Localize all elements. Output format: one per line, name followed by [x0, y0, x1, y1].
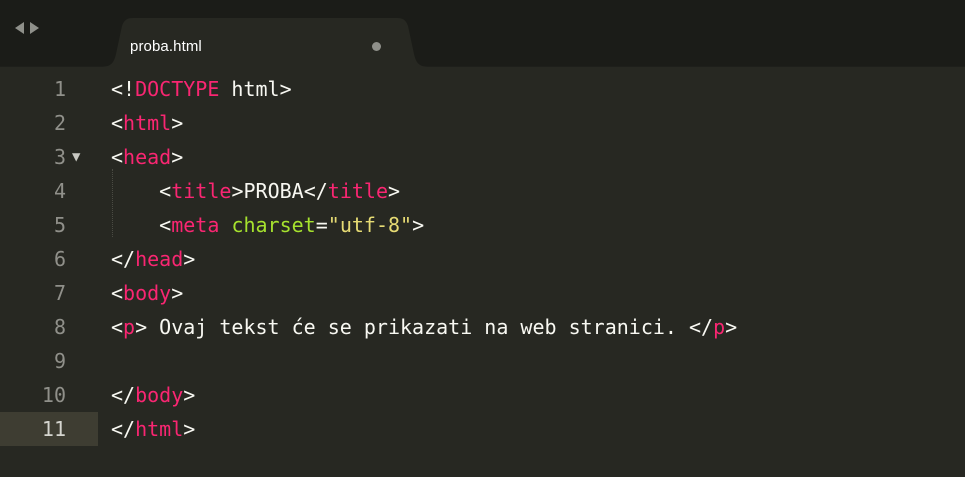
code-punctuation: > [725, 315, 738, 339]
code-line[interactable]: 2 <html> [0, 106, 965, 140]
code-attribute: charset [231, 213, 316, 237]
code-punctuation: </ [689, 315, 714, 339]
code-string: "utf-8" [327, 213, 413, 237]
code-punctuation: > [279, 77, 292, 101]
code-line[interactable]: 10 </body> [0, 378, 965, 412]
line-number: 5 [53, 213, 66, 237]
tab-bar: proba.html [0, 0, 965, 67]
code-line[interactable]: 1 <!DOCTYPE html> [0, 72, 965, 106]
code-punctuation: </ [111, 417, 136, 441]
line-number: 1 [53, 77, 66, 101]
code-tag-name: html [135, 417, 184, 441]
code-punctuation: < [159, 179, 172, 203]
code-punctuation: > [231, 179, 244, 203]
code-content: <head> [111, 140, 183, 174]
code-tag-name: head [123, 145, 172, 169]
code-punctuation: > [171, 281, 184, 305]
code-tag-name: DOCTYPE [135, 77, 220, 101]
code-punctuation: > [388, 179, 401, 203]
code-line[interactable]: 6 </head> [0, 242, 965, 276]
code-punctuation: > [412, 213, 425, 237]
code-punctuation: > [135, 315, 148, 339]
code-line[interactable]: 7 <body> [0, 276, 965, 310]
line-number: 6 [53, 247, 66, 271]
code-content: <!DOCTYPE html> [111, 72, 292, 106]
tab-label: proba.html [130, 38, 202, 55]
code-line[interactable]: 4 <title>PROBA</title> [0, 174, 965, 208]
tab-proba-html[interactable]: proba.html [100, 18, 430, 67]
code-punctuation: </ [111, 247, 136, 271]
code-tag-name: p [123, 315, 136, 339]
code-content: <p> Ovaj tekst će se prikazati na web st… [111, 310, 737, 344]
code-punctuation: = [315, 213, 328, 237]
code-line[interactable]: 5 <meta charset="utf-8"> [0, 208, 965, 242]
code-punctuation: > [183, 247, 196, 271]
code-punctuation: < [111, 145, 124, 169]
code-text: html [219, 77, 280, 101]
code-punctuation: < [111, 111, 124, 135]
code-punctuation: > [183, 383, 196, 407]
code-punctuation: > [171, 111, 184, 135]
line-number: 8 [53, 315, 66, 339]
code-content: </html> [111, 412, 195, 446]
code-punctuation: > [171, 145, 184, 169]
line-number: 2 [53, 111, 66, 135]
code-line[interactable]: 8 <p> Ovaj tekst će se prikazati na web s… [0, 310, 965, 344]
caret-left-icon[interactable] [15, 22, 24, 34]
code-content: </body> [111, 378, 195, 412]
line-number: 9 [53, 349, 66, 373]
code-line[interactable]: 3 ▼ <head> [0, 140, 965, 174]
code-content: </head> [111, 242, 195, 276]
code-punctuation: </ [111, 383, 136, 407]
code-content: <body> [111, 276, 183, 310]
line-number: 3 [53, 145, 66, 169]
editor-window: proba.html 1 <!DOCTYPE html> 2 <html> 3 ▼ <hea… [0, 0, 965, 477]
code-punctuation: < [111, 281, 124, 305]
line-number: 10 [41, 383, 66, 407]
code-line[interactable]: 11 </html> [0, 412, 965, 446]
code-text: Ovaj tekst će se prikazati na web strani… [147, 315, 689, 339]
code-punctuation: </ [303, 179, 328, 203]
code-tag-name: head [135, 247, 184, 271]
line-number: 11 [41, 417, 66, 441]
code-tag-name: p [713, 315, 726, 339]
tab-navigation [15, 22, 39, 34]
code-punctuation: <! [111, 77, 136, 101]
code-editor[interactable]: 1 <!DOCTYPE html> 2 <html> 3 ▼ <head> 4 <title>… [0, 67, 965, 477]
code-tag-name: title [327, 179, 389, 203]
code-punctuation: < [111, 315, 124, 339]
unsaved-dot-icon[interactable] [372, 42, 381, 51]
code-tag-name: body [135, 383, 184, 407]
line-number: 7 [53, 281, 66, 305]
code-content: <meta charset="utf-8"> [111, 208, 424, 242]
code-content: <html> [111, 106, 183, 140]
code-line[interactable]: 9 [0, 344, 965, 378]
code-tag-name: body [123, 281, 172, 305]
caret-right-icon[interactable] [30, 22, 39, 34]
line-number: 4 [53, 179, 66, 203]
code-tag-name: title [171, 179, 232, 203]
fold-arrow-icon[interactable]: ▼ [72, 140, 80, 174]
code-tag-name: meta [171, 213, 220, 237]
code-text: PROBA [243, 179, 304, 203]
code-punctuation: > [183, 417, 196, 441]
code-punctuation: < [159, 213, 172, 237]
code-tag-name: html [123, 111, 172, 135]
code-content: <title>PROBA</title> [111, 174, 400, 208]
